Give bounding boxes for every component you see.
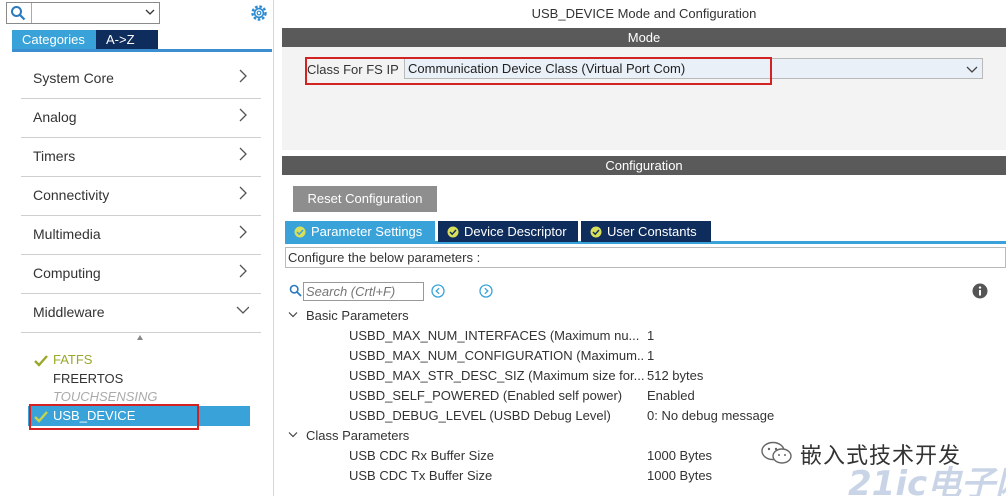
parameter-value: 512 bytes: [647, 368, 704, 383]
config-panel: USB_DEVICE Mode and Configuration Mode C…: [282, 0, 1006, 496]
tab-device-descriptor[interactable]: Device Descriptor: [438, 221, 578, 242]
category-system-core[interactable]: System Core: [21, 60, 261, 99]
info-icon[interactable]: [972, 283, 988, 299]
check-circle-icon: [294, 226, 306, 238]
category-label: Middleware: [33, 304, 105, 320]
chevron-down-icon: [288, 312, 298, 318]
category-label: Analog: [33, 109, 77, 125]
chevron-right-icon: [239, 264, 247, 278]
category-computing[interactable]: Computing: [21, 255, 261, 294]
left-panel: Categories A->Z System Core Analog Timer…: [0, 0, 274, 496]
wechat-icon: [761, 441, 792, 464]
check-circle-icon: [590, 226, 602, 238]
category-tabs: Categories A->Z: [12, 30, 272, 52]
chevron-down-icon: [236, 306, 249, 314]
parameter-value: Enabled: [647, 388, 695, 403]
tab-a-to-z[interactable]: A->Z: [96, 30, 158, 49]
category-multimedia[interactable]: Multimedia: [21, 216, 261, 255]
parameter-name: USB CDC Tx Buffer Size: [349, 468, 493, 483]
hint-text: Configure the below parameters :: [288, 250, 481, 265]
parameter-value: 1000 Bytes: [647, 448, 713, 463]
reset-configuration-button[interactable]: Reset Configuration: [293, 186, 437, 212]
category-label: Timers: [33, 148, 76, 164]
scroll-up-icon[interactable]: [136, 334, 144, 342]
search-icon: [11, 6, 26, 21]
annotation-box: [305, 57, 772, 85]
parameter-name: USBD_SELF_POWERED (Enabled self power): [349, 388, 623, 403]
category-timers[interactable]: Timers: [21, 138, 261, 177]
category-label: Multimedia: [33, 226, 101, 242]
chevron-down-icon: [288, 432, 298, 438]
parameter-search-input[interactable]: [303, 282, 424, 301]
parameter-value: 1000 Bytes: [647, 468, 713, 483]
tab-parameter-settings[interactable]: Parameter Settings: [285, 221, 435, 242]
gear-icon[interactable]: [249, 3, 269, 23]
chevron-right-icon: [239, 186, 247, 200]
parameter-name: USBD_DEBUG_LEVEL (USBD Debug Level): [349, 408, 611, 423]
annotation-box: [29, 404, 199, 430]
category-label: System Core: [33, 70, 114, 86]
parameter-search-row: [282, 279, 1006, 305]
category-label: Computing: [33, 265, 101, 281]
tab-label: Device Descriptor: [464, 224, 567, 239]
hint-bar: Configure the below parameters :: [285, 247, 1006, 268]
category-analog[interactable]: Analog: [21, 99, 261, 138]
parameter-row[interactable]: USBD_MAX_NUM_CONFIGURATION (Maximum... 1: [349, 348, 999, 368]
tab-categories[interactable]: Categories: [12, 30, 96, 49]
parameter-row[interactable]: USBD_MAX_NUM_INTERFACES (Maximum nu... 1: [349, 328, 999, 348]
parameter-row[interactable]: USBD_SELF_POWERED (Enabled self power) E…: [349, 388, 999, 408]
category-middleware[interactable]: Middleware: [21, 294, 261, 333]
mode-header: Mode: [282, 28, 1006, 47]
check-icon: [34, 354, 48, 367]
group-label: Basic Parameters: [306, 308, 409, 323]
chevron-right-icon: [239, 69, 247, 83]
check-circle-icon: [447, 226, 459, 238]
category-label: Connectivity: [33, 187, 110, 203]
chevron-down-icon[interactable]: [966, 63, 978, 75]
group-label: Class Parameters: [306, 428, 410, 443]
parameter-value: 0: No debug message: [647, 408, 775, 423]
chevron-right-icon: [239, 147, 247, 161]
parameter-row[interactable]: USBD_DEBUG_LEVEL (USBD Debug Level) 0: N…: [349, 408, 999, 428]
middleware-item-freertos[interactable]: FREERTOS: [28, 369, 250, 389]
previous-arrow-icon[interactable]: [431, 284, 445, 298]
parameter-value: 1: [647, 348, 655, 363]
middleware-item-fatfs[interactable]: FATFS: [28, 350, 250, 370]
chevron-right-icon: [239, 225, 247, 239]
tab-user-constants[interactable]: User Constants: [581, 221, 711, 242]
middleware-label: FREERTOS: [53, 371, 124, 386]
category-search[interactable]: [6, 2, 160, 24]
parameter-name: USBD_MAX_NUM_CONFIGURATION (Maximum...: [349, 348, 644, 363]
next-arrow-icon[interactable]: [479, 284, 493, 298]
tab-label: Parameter Settings: [311, 224, 423, 239]
middleware-label: FATFS: [53, 352, 93, 367]
parameter-name: USBD_MAX_NUM_INTERFACES (Maximum nu...: [349, 328, 640, 343]
category-list: System Core Analog Timers Connectivity M…: [21, 60, 261, 333]
parameter-value: 1: [647, 328, 655, 343]
page-title: USB_DEVICE Mode and Configuration: [531, 6, 757, 21]
parameter-name: USB CDC Rx Buffer Size: [349, 448, 494, 463]
parameter-row[interactable]: USBD_MAX_STR_DESC_SIZ (Maximum size for.…: [349, 368, 999, 388]
parameter-name: USBD_MAX_STR_DESC_SIZ (Maximum size for.…: [349, 368, 644, 383]
tab-label: User Constants: [607, 224, 697, 239]
category-connectivity[interactable]: Connectivity: [21, 177, 261, 216]
configuration-header: Configuration: [282, 156, 1006, 175]
config-tabs: Parameter Settings Device Descriptor Use…: [285, 221, 1006, 244]
watermark-text: 嵌入式技术开发: [800, 444, 962, 469]
search-icon: [289, 284, 302, 297]
chevron-right-icon: [239, 108, 247, 122]
chevron-down-icon[interactable]: [144, 6, 156, 18]
search-select[interactable]: [31, 3, 159, 23]
watermark: 21ic电子网 嵌入式技术开发: [752, 434, 1006, 496]
